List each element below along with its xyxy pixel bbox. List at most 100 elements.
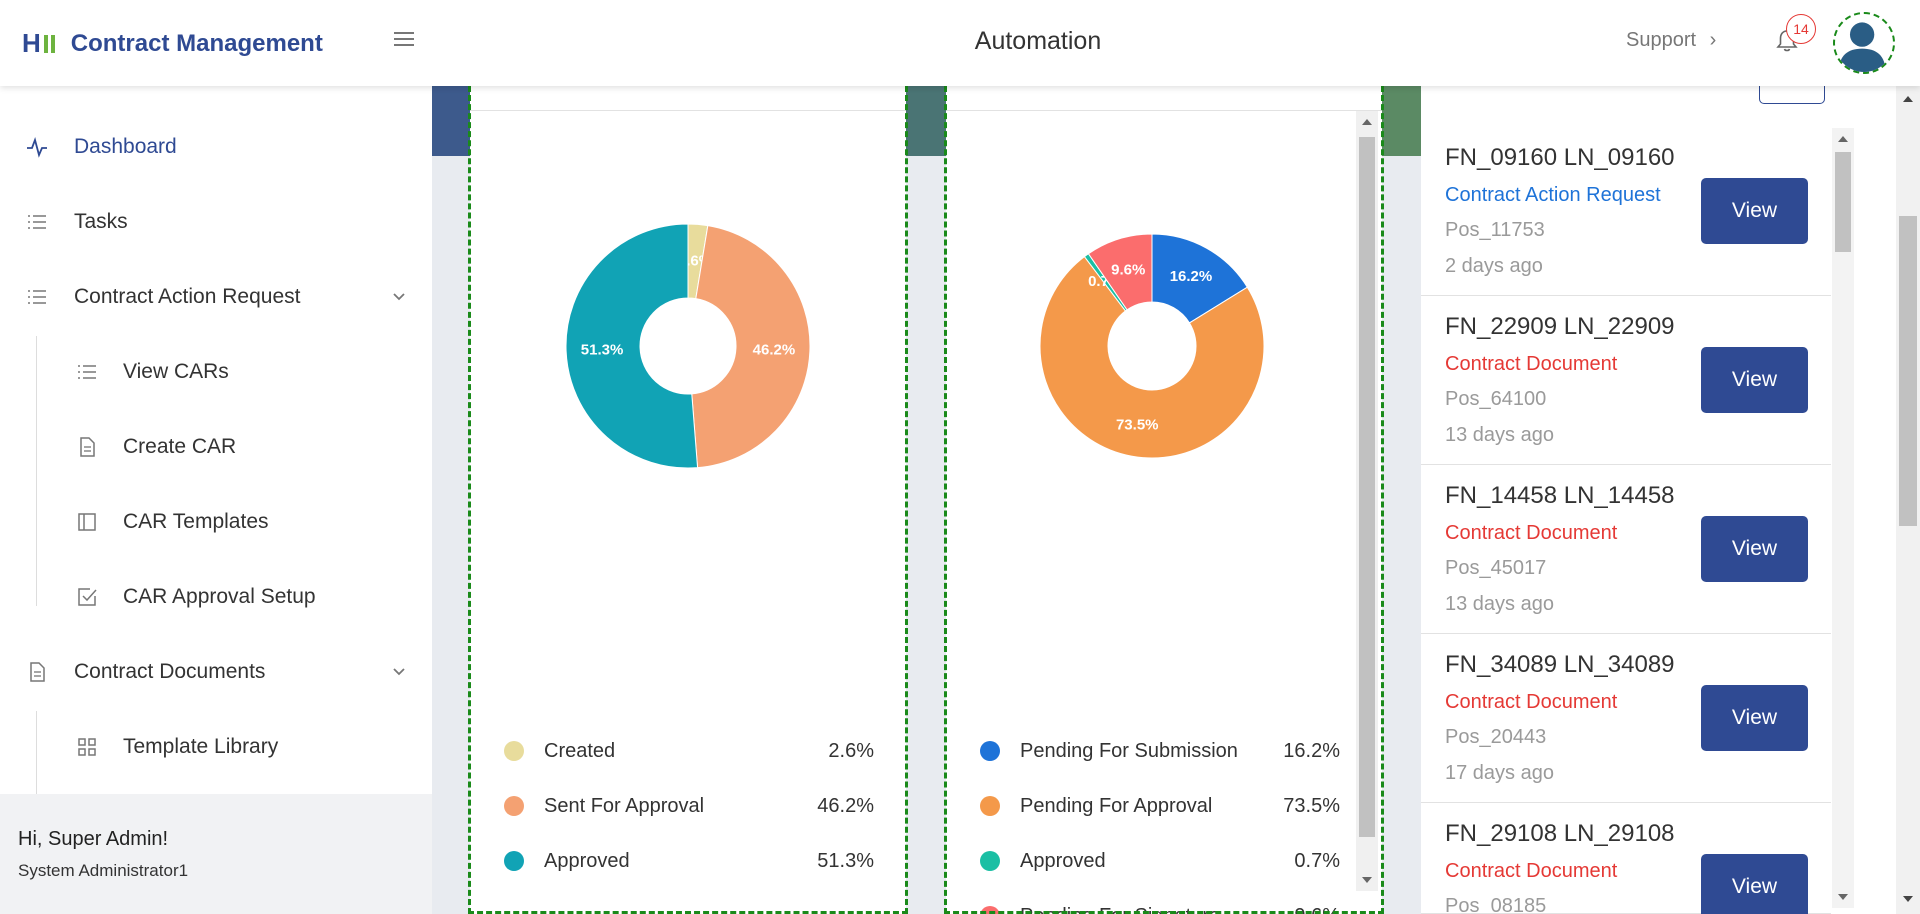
activity-timestamp: 2 days ago xyxy=(1445,255,1543,277)
car-status-panel: 2.6% 46.2% 51.3% Created 2.6% Sent For Appro… xyxy=(470,86,906,914)
view-button[interactable]: View xyxy=(1701,685,1808,751)
page-scrollbar[interactable] xyxy=(1896,86,1920,914)
slice-data-label: 16.2% xyxy=(1170,268,1213,285)
sidebar-item-contract-action-request[interactable]: Contract Action Request xyxy=(0,267,432,327)
sidebar-item-car-approval-setup[interactable]: CAR Approval Setup xyxy=(0,567,432,627)
legend-item[interactable]: Created 2.6% xyxy=(504,736,874,766)
legend-item[interactable]: Pending For Submission 16.2% xyxy=(980,736,1340,766)
check-square-icon xyxy=(78,588,97,606)
activity-card: FN_09160 LN_09160 Contract Action Request… xyxy=(1421,128,1831,296)
activity-person-name: FN_14458 LN_14458 xyxy=(1445,482,1675,509)
sidebar-item-tasks[interactable]: Tasks xyxy=(0,192,432,252)
sidebar: Dashboard Tasks Contract Action Request … xyxy=(0,86,432,914)
legend-value: 2.6% xyxy=(828,739,874,762)
legend-value: 46.2% xyxy=(817,794,874,817)
legend-swatch xyxy=(504,796,524,816)
activity-position: Pos_08185 xyxy=(1445,895,1547,914)
activity-card: FN_29108 LN_29108 Contract Document Pos_08… xyxy=(1421,804,1831,914)
activity-icon xyxy=(27,137,47,158)
activity-person-name: FN_29108 LN_29108 xyxy=(1445,820,1675,847)
notification-badge[interactable]: 14 xyxy=(1786,14,1816,44)
legend-label: Created xyxy=(544,739,616,762)
activity-type-link[interactable]: Contract Document xyxy=(1445,860,1617,883)
scroll-down-arrow[interactable] xyxy=(1838,894,1848,900)
legend-label: Pending For Submission xyxy=(1020,739,1238,762)
chart-legend: Created 2.6% Sent For Approval 46.2% Approve… xyxy=(504,636,874,872)
legend-item[interactable]: Approved 51.3% xyxy=(504,846,874,876)
view-button[interactable]: View xyxy=(1701,854,1808,914)
activity-person-name: FN_22909 LN_22909 xyxy=(1445,313,1675,340)
slice-data-label: 46.2% xyxy=(753,342,796,359)
sidebar-item-label: View CARs xyxy=(123,360,229,383)
legend-value: 16.2% xyxy=(1283,739,1340,762)
panel-scrollbar[interactable] xyxy=(1356,111,1378,891)
legend-value: 0.7% xyxy=(1294,849,1340,872)
avatar[interactable] xyxy=(1833,12,1895,74)
sidebar-item-label: Contract Documents xyxy=(74,660,266,683)
sidebar-item-car-templates[interactable]: CAR Templates xyxy=(0,492,432,552)
legend-swatch xyxy=(980,851,1000,871)
legend-item[interactable]: Sent For Approval 46.2% xyxy=(504,791,874,821)
layout-icon xyxy=(78,513,96,531)
activity-person-name: FN_34089 LN_34089 xyxy=(1445,651,1675,678)
panel-header xyxy=(946,86,1382,111)
sidebar-item-label: Contract Action Request xyxy=(74,285,301,308)
legend-label: Pending For Signature xyxy=(1020,905,1220,914)
view-button[interactable]: View xyxy=(1701,178,1808,244)
legend-label: Approved xyxy=(1020,849,1106,872)
scroll-up-arrow[interactable] xyxy=(1903,96,1913,102)
slice-data-label: 51.3% xyxy=(581,341,624,358)
sidebar-item-template-library[interactable]: Template Library xyxy=(0,717,432,777)
support-link[interactable]: Support › xyxy=(1626,29,1716,52)
slice-data-label: 9.6% xyxy=(1111,262,1145,279)
grid-icon xyxy=(78,738,96,756)
legend-value: 73.5% xyxy=(1283,794,1340,817)
document-icon xyxy=(30,662,45,682)
activity-scrollbar[interactable] xyxy=(1832,128,1854,908)
list-icon xyxy=(78,365,96,379)
slice-data-label: 73.5% xyxy=(1116,417,1159,434)
pie-chart-car-status: 2.6%46.2%51.3% xyxy=(565,223,811,469)
legend-value: 9.6% xyxy=(1294,905,1340,914)
top-header: H Contract Management Automation Support… xyxy=(0,0,1920,86)
sidebar-item-label: Template Library xyxy=(123,735,279,758)
scrollbar-thumb[interactable] xyxy=(1359,137,1375,837)
user-icon xyxy=(1838,22,1886,72)
sidebar-item-label: CAR Approval Setup xyxy=(123,585,316,608)
activity-type-link[interactable]: Contract Document xyxy=(1445,522,1617,545)
document-icon xyxy=(80,437,95,457)
chevron-down-icon[interactable] xyxy=(392,290,406,304)
legend-item[interactable]: Pending For Approval 73.5% xyxy=(980,791,1340,821)
panel-action-button[interactable] xyxy=(1759,86,1825,104)
scrollbar-thumb[interactable] xyxy=(1899,216,1917,526)
sidebar-item-dashboard[interactable]: Dashboard xyxy=(0,117,432,177)
activity-type-link[interactable]: Contract Document xyxy=(1445,691,1617,714)
legend-swatch xyxy=(980,741,1000,761)
view-button[interactable]: View xyxy=(1701,516,1808,582)
sidebar-item-label: Create CAR xyxy=(123,435,237,458)
scroll-up-arrow[interactable] xyxy=(1838,136,1848,142)
chevron-down-icon[interactable] xyxy=(392,665,406,679)
activity-card: FN_34089 LN_34089 Contract Document Pos_20… xyxy=(1421,635,1831,803)
chevron-right-icon: › xyxy=(1709,29,1717,51)
sidebar-item-contract-documents[interactable]: Contract Documents xyxy=(0,642,432,702)
user-info: Hi, Super Admin! System Administrator1 xyxy=(0,794,432,914)
panel-header xyxy=(470,86,906,111)
activity-position: Pos_45017 xyxy=(1445,557,1547,579)
sidebar-item-label: Tasks xyxy=(74,210,128,233)
pie-chart-contract-document-status: 16.2%73.5%0.7%9.6% xyxy=(1039,233,1265,459)
scroll-down-arrow[interactable] xyxy=(1362,877,1372,883)
sidebar-item-create-car[interactable]: Create CAR xyxy=(0,417,432,477)
view-button[interactable]: View xyxy=(1701,347,1808,413)
sidebar-item-label: Dashboard xyxy=(74,135,177,158)
legend-item[interactable]: Approved 0.7% xyxy=(980,846,1340,876)
activity-position: Pos_11753 xyxy=(1445,219,1545,241)
scrollbar-thumb[interactable] xyxy=(1835,152,1851,252)
scroll-down-arrow[interactable] xyxy=(1903,896,1913,902)
legend-item[interactable]: Pending For Signature 9.6% xyxy=(980,901,1340,914)
activity-type-link[interactable]: Contract Action Request xyxy=(1445,184,1661,207)
activity-type-link[interactable]: Contract Document xyxy=(1445,353,1617,376)
chart-legend: Pending For Submission 16.2% Pending For A… xyxy=(980,636,1340,914)
scroll-up-arrow[interactable] xyxy=(1362,119,1372,125)
sidebar-item-view-cars[interactable]: View CARs xyxy=(0,342,432,402)
